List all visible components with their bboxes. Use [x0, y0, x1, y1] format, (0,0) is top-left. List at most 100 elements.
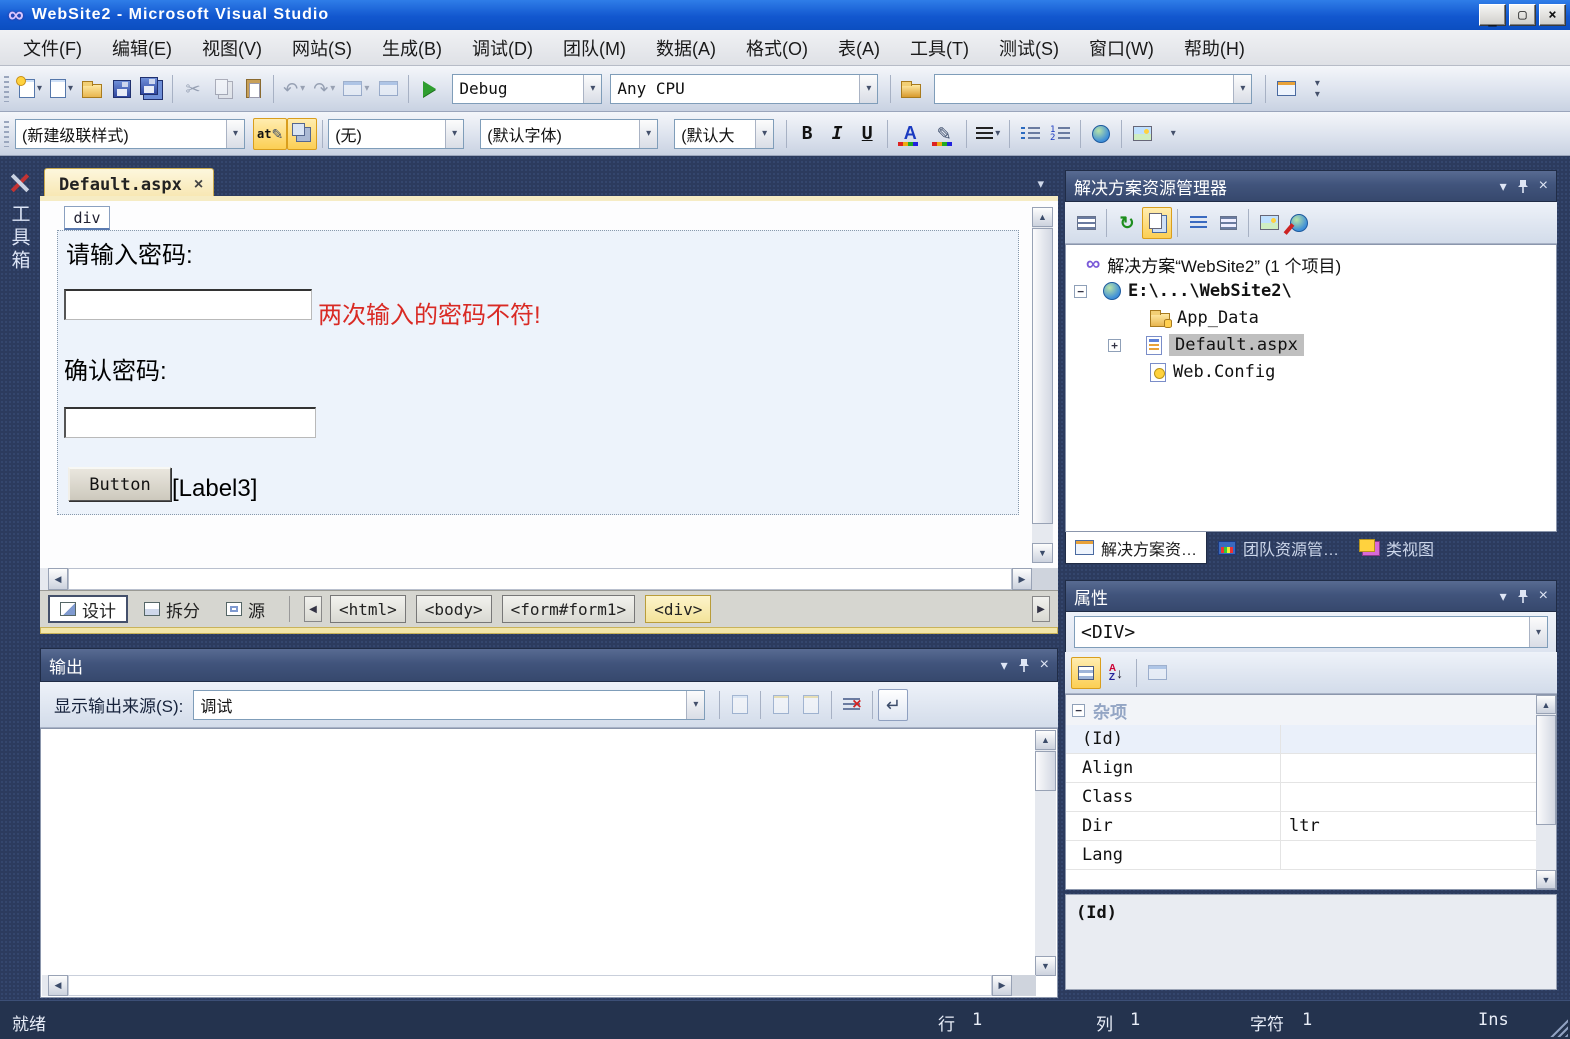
clear-output-button[interactable]: × [837, 689, 867, 721]
menu-view[interactable]: 视图(V) [187, 29, 277, 67]
toolbar-grip[interactable] [4, 120, 9, 147]
menu-window[interactable]: 窗口(W) [1074, 29, 1169, 67]
tab-split-view[interactable]: 拆分 [134, 595, 210, 623]
platform-combo[interactable]: Any CPU ▾ [610, 73, 879, 104]
copy-website-button[interactable] [1142, 206, 1172, 239]
close-icon[interactable]: × [1539, 587, 1548, 605]
scroll-up-icon[interactable]: ▲ [1035, 730, 1056, 750]
copy-button[interactable] [208, 73, 238, 105]
password-textbox-1[interactable] [64, 289, 312, 320]
font-color-button[interactable]: A [893, 118, 927, 150]
tab-class-view[interactable]: 类视图 [1350, 532, 1443, 564]
output-panel-header[interactable]: 输出 ▾ × [40, 648, 1058, 682]
tree-item-web-config[interactable]: Web.Config [1150, 359, 1275, 385]
properties-window-button[interactable] [1071, 207, 1101, 239]
pin-icon[interactable] [1517, 589, 1529, 604]
underline-button[interactable]: U [852, 118, 882, 150]
tab-source-view[interactable]: 源 [216, 595, 275, 623]
configuration-combo[interactable]: Debug ▾ [452, 73, 603, 104]
expand-expander-icon[interactable]: + [1108, 338, 1121, 352]
tab-team-explorer[interactable]: 团队资源管… [1209, 532, 1348, 564]
output-source-combo[interactable]: 调试 ▾ [193, 689, 706, 720]
word-wrap-button[interactable]: ↵ [878, 688, 909, 721]
tree-item-project[interactable]: − E:\...\WebSite2\ [1074, 278, 1292, 304]
undo-button[interactable]: ↶ ▾ [279, 73, 309, 105]
categorized-button[interactable] [1071, 656, 1101, 689]
tab-close-icon[interactable]: × [194, 176, 203, 194]
property-row-lang[interactable]: Lang [1066, 841, 1556, 870]
scroll-right-icon[interactable]: ▶ [992, 975, 1012, 996]
document-list-chevron-icon[interactable]: ▾ [1037, 176, 1044, 192]
view-designer-button[interactable] [1254, 207, 1284, 239]
bullet-list-button[interactable] [1015, 118, 1045, 150]
close-icon[interactable]: × [1040, 656, 1049, 674]
window-position-chevron-icon[interactable]: ▾ [1001, 657, 1008, 674]
scrollbar-track[interactable] [68, 975, 992, 996]
menu-test[interactable]: 测试(S) [984, 29, 1074, 67]
insert-image-button[interactable] [1127, 118, 1157, 150]
password-textbox-2[interactable] [64, 407, 316, 438]
grid-vertical-scrollbar[interactable]: ▲ ▼ [1536, 695, 1556, 889]
open-file-button[interactable] [77, 73, 107, 105]
tab-solution-explorer[interactable]: 解决方案资… [1065, 532, 1208, 564]
find-message-button[interactable] [725, 689, 755, 721]
object-selector-combo[interactable]: <DIV> ▾ [1074, 616, 1548, 648]
previous-message-button[interactable] [766, 689, 796, 721]
add-item-button[interactable]: ▾ [46, 73, 77, 105]
category-misc[interactable]: − 杂项 [1066, 695, 1556, 725]
menu-team[interactable]: 团队(M) [548, 29, 641, 67]
font-size-combo[interactable]: (默认大 ▾ [674, 118, 775, 149]
maximize-button[interactable]: ▢ [1509, 4, 1536, 26]
output-vertical-scrollbar[interactable]: ▲ ▼ [1035, 730, 1056, 976]
solution-explorer-shortcut-button[interactable] [1271, 73, 1301, 105]
tab-design-view[interactable]: 设计 [48, 595, 128, 623]
pin-icon[interactable] [1517, 179, 1529, 194]
menu-table[interactable]: 表(A) [823, 29, 895, 67]
next-message-button[interactable] [796, 689, 826, 721]
toolbox-tab[interactable]: 工具箱 [0, 160, 38, 460]
start-debug-button[interactable] [414, 73, 444, 105]
navigate-backward-button[interactable]: ▾ [339, 73, 373, 105]
menu-data[interactable]: 数据(A) [641, 29, 731, 67]
editor-vertical-scrollbar[interactable]: ▲ ▼ [1032, 207, 1053, 563]
tree-item-default-aspx[interactable]: + Default.aspx [1108, 332, 1304, 358]
design-editor-surface[interactable]: div 请输入密码: 两次输入的密码不符! 确认密码: Button [Labe… [40, 201, 1058, 568]
property-row-align[interactable]: Align [1066, 754, 1556, 783]
save-button[interactable] [107, 73, 137, 105]
target-rule-button[interactable]: at ✎ [253, 117, 288, 150]
target-rule-combo[interactable]: (无) ▾ [328, 118, 465, 149]
minimize-button[interactable]: _ [1479, 4, 1506, 27]
output-content[interactable]: ▲ ▼ ◀ ▶ [40, 728, 1058, 998]
menu-debug[interactable]: 调试(D) [457, 29, 548, 67]
scrollbar-thumb[interactable] [1536, 715, 1556, 825]
close-button[interactable]: × [1539, 4, 1566, 26]
property-grid[interactable]: − 杂项 (Id) Align Class Dir ltr Lang ▲ ▼ [1065, 694, 1557, 890]
breadcrumb-html[interactable]: <html> [330, 595, 406, 623]
redo-button[interactable]: ↷ ▾ [309, 73, 339, 105]
property-pages-button[interactable] [1142, 657, 1172, 689]
scroll-down-icon[interactable]: ▼ [1536, 870, 1556, 889]
window-position-chevron-icon[interactable]: ▾ [1500, 178, 1507, 195]
find-combo[interactable]: ▾ [934, 73, 1253, 104]
tree-item-app-data[interactable]: App_Data [1150, 305, 1259, 331]
scroll-down-icon[interactable]: ▼ [1032, 543, 1053, 563]
properties-panel-header[interactable]: 属性 ▾ × [1065, 580, 1557, 612]
scroll-left-icon[interactable]: ◀ [48, 568, 68, 590]
bold-button[interactable]: B [792, 118, 822, 150]
scroll-up-icon[interactable]: ▲ [1536, 695, 1556, 714]
font-family-combo[interactable]: (默认字体) ▾ [480, 118, 659, 149]
div-tag-label[interactable]: div [64, 206, 110, 230]
navigate-forward-button[interactable] [373, 73, 403, 105]
breadcrumb-div[interactable]: <div> [645, 595, 712, 623]
find-in-files-button[interactable] [896, 73, 926, 105]
italic-button[interactable]: I [822, 118, 852, 150]
design-div-outline[interactable] [57, 230, 1019, 515]
scrollbar-track[interactable] [68, 568, 1012, 590]
menu-build[interactable]: 生成(B) [367, 29, 457, 67]
menu-tools[interactable]: 工具(T) [895, 29, 984, 67]
toolbar-overflow-button[interactable]: ▾ [1157, 118, 1187, 150]
collapse-expander-icon[interactable]: − [1072, 703, 1085, 717]
solution-tree[interactable]: ∞ 解决方案“WebSite2” (1 个项目) − E:\...\WebSit… [1065, 244, 1557, 532]
property-row-dir[interactable]: Dir ltr [1066, 812, 1556, 841]
scroll-down-icon[interactable]: ▼ [1035, 956, 1056, 976]
